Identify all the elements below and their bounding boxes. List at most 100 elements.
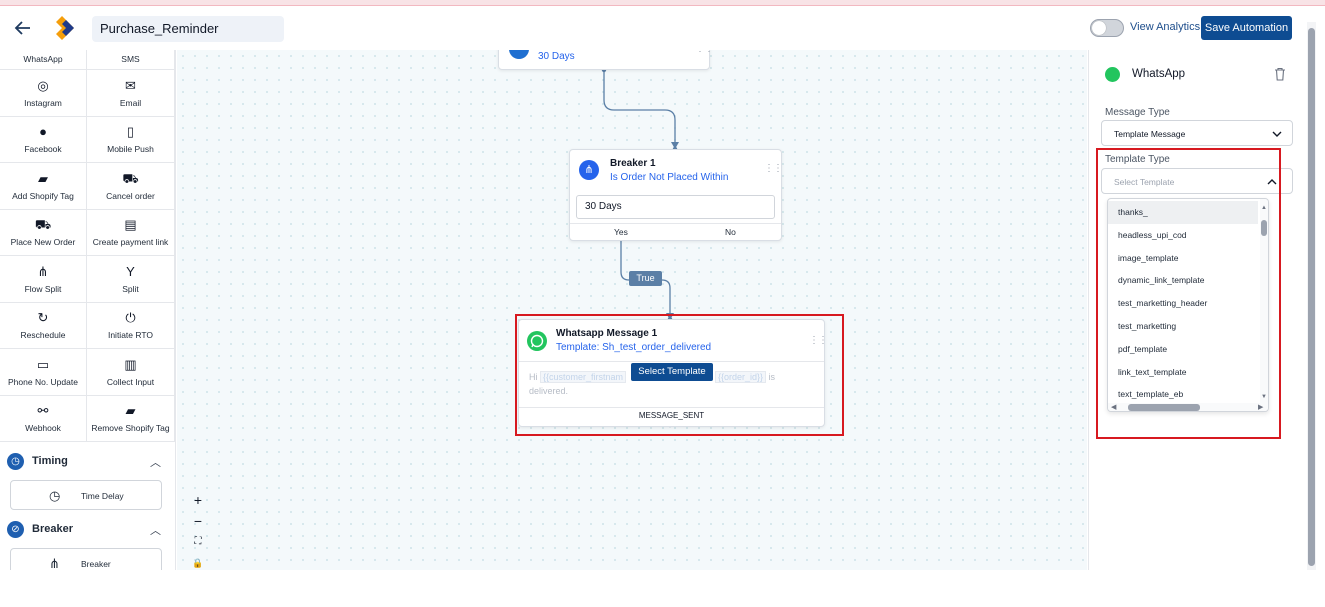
analytics-toggle[interactable] (1090, 19, 1124, 37)
edge-label-true: True (629, 271, 662, 286)
view-analytics-label[interactable]: View Analytics (1130, 21, 1200, 33)
instagram-icon: ◎ (37, 77, 49, 93)
palette-item-label: Add Shopify Tag (12, 190, 74, 201)
zoom-in-button[interactable]: + (187, 489, 209, 511)
top-accent-line (0, 0, 1325, 6)
palette-item-label: Facebook (24, 144, 62, 155)
palette-item-whatsapp[interactable]: WhatsApp (0, 50, 87, 70)
palette-item-label: Email (119, 97, 142, 108)
palette-item-label: Create payment link (92, 237, 169, 248)
timing-icon: ◷ (7, 453, 24, 470)
trash-icon[interactable] (1274, 67, 1286, 86)
app-logo-icon (52, 14, 80, 42)
palette-item-label: Initiate RTO (107, 330, 154, 341)
breaker-node[interactable]: ⋔ Breaker 1 Is Order Not Placed Within ⋮… (569, 149, 783, 241)
palette-item-collect-input[interactable]: ▥ Collect Input (87, 349, 175, 396)
palette-item-label: Time Delay (81, 491, 124, 501)
palette-item-cancel-order[interactable]: ⛟ Cancel order (87, 163, 175, 210)
palette-item-time-delay[interactable]: ◷ Time Delay (10, 480, 162, 510)
palette-item-place-new-order[interactable]: ⛟ Place New Order (0, 209, 87, 256)
yes-branch-label: Yes (614, 227, 628, 237)
fit-view-button[interactable]: ⛶ (187, 531, 209, 553)
power-icon: ⏻ (125, 310, 136, 326)
highlight-box (1096, 148, 1281, 439)
palette-item-initiate-rto[interactable]: ⏻ Initiate RTO (87, 302, 175, 349)
collect-input-icon: ▥ (124, 356, 137, 372)
edge-delay-to-breaker (603, 70, 676, 146)
whatsapp-icon (1105, 67, 1120, 82)
lock-button[interactable]: 🔒 (187, 552, 209, 570)
breaker-node-title: Breaker 1 (610, 158, 656, 169)
breaker-section-label: Breaker (32, 523, 73, 535)
palette-item-label: Split (122, 283, 139, 294)
palette-grid: WhatsApp SMS ◎ Instagram ✉ Email ● Facebook ▯ Mob… (0, 50, 175, 442)
palette-item-label: Breaker (81, 559, 111, 569)
flow-split-icon: ⋔ (37, 263, 49, 279)
palette-item-label: SMS (121, 54, 140, 64)
split-icon: Y (126, 263, 135, 279)
drag-handle-icon[interactable]: ⋮⋮ (695, 50, 714, 54)
palette-item-label: Phone No. Update (8, 376, 78, 387)
email-icon: ✉ (125, 77, 136, 93)
palette-item-label: Reschedule (20, 330, 66, 341)
palette-item-phone-no-update[interactable]: ▭ Phone No. Update (0, 349, 87, 396)
palette-item-reschedule[interactable]: ↻ Reschedule (0, 302, 87, 349)
chevron-up-icon[interactable]: ︿ (150, 454, 161, 470)
palette-item-flow-split[interactable]: ⋔ Flow Split (0, 256, 87, 303)
palette-item-email[interactable]: ✉ Email (87, 70, 175, 117)
save-automation-button[interactable]: Save Automation (1201, 16, 1292, 40)
palette-item-label: Instagram (24, 97, 62, 108)
palette-item-label: Remove Shopify Tag (91, 423, 170, 434)
phone-update-icon: ▭ (36, 356, 50, 372)
automation-name-input[interactable]: Purchase_Reminder (92, 16, 284, 42)
node-palette: WhatsApp SMS ◎ Instagram ✉ Email ● Facebook ▯ Mob… (0, 50, 176, 570)
mobile-push-icon: ▯ (126, 124, 135, 140)
message-type-label: Message Type (1105, 107, 1170, 118)
header: Purchase_Reminder View Analytics Save Au… (0, 7, 1325, 50)
edges-layer (601, 67, 733, 428)
palette-item-breaker[interactable]: ⋔ Breaker (10, 548, 162, 570)
palette-item-create-payment-link[interactable]: ▤ Create payment link (87, 209, 175, 256)
payment-link-icon: ▤ (124, 217, 137, 233)
breaker-section-header[interactable]: ⊘ Breaker ︿ (0, 518, 175, 544)
webhook-icon: ⚯ (37, 403, 49, 419)
palette-item-label: Cancel order (106, 190, 155, 201)
palette-item-label: Flow Split (24, 283, 62, 294)
palette-item-add-shopify-tag[interactable]: ▰ Add Shopify Tag (0, 163, 87, 210)
cart-icon: ⛟ (34, 217, 52, 233)
palette-item-instagram[interactable]: ◎ Instagram (0, 70, 87, 117)
shopify-bag-icon: ▰ (38, 170, 48, 186)
breaker-node-subtitle: Is Order Not Placed Within (610, 172, 729, 183)
facebook-icon: ● (39, 124, 47, 140)
panel-channel-title: WhatsApp (1132, 68, 1186, 80)
breaker-icon: ⊘ (7, 521, 24, 538)
no-branch-label: No (725, 227, 736, 237)
breaker-tree-icon: ⋔ (579, 160, 599, 180)
flow-canvas[interactable]: 30 Days ⋮⋮ ⋔ Breaker 1 Is Order Not Plac… (177, 50, 1087, 570)
chevron-down-icon (1272, 126, 1282, 144)
page-scrollbar[interactable] (1307, 22, 1316, 570)
message-type-select[interactable]: Template Message (1101, 120, 1293, 146)
zoom-out-button[interactable]: − (187, 510, 209, 532)
reschedule-icon: ↻ (37, 310, 49, 326)
breaker-duration-field[interactable]: 30 Days (576, 195, 775, 219)
palette-item-sms[interactable]: SMS (87, 50, 175, 70)
palette-item-mobile-push[interactable]: ▯ Mobile Push (87, 116, 175, 163)
palette-item-label: Mobile Push (107, 144, 154, 155)
message-type-value: Template Message (1114, 129, 1186, 139)
drag-handle-icon[interactable]: ⋮⋮ (764, 163, 783, 174)
palette-item-webhook[interactable]: ⚯ Webhook (0, 395, 87, 442)
time-delay-node[interactable]: 30 Days ⋮⋮ (498, 50, 714, 70)
palette-item-remove-shopify-tag[interactable]: ▰ Remove Shopify Tag (87, 395, 175, 442)
delay-node-subtitle: 30 Days (538, 51, 575, 62)
timing-section-header[interactable]: ◷ Timing ︿ (0, 450, 175, 476)
timing-section-label: Timing (32, 455, 68, 467)
palette-item-split[interactable]: Y Split (87, 256, 175, 303)
clock-icon (509, 50, 529, 59)
clock-icon: ◷ (49, 488, 61, 503)
back-arrow-icon[interactable] (14, 19, 36, 39)
palette-item-label: WhatsApp (23, 54, 63, 64)
chevron-up-icon[interactable]: ︿ (150, 522, 161, 538)
palette-item-label: Collect Input (106, 376, 155, 387)
palette-item-facebook[interactable]: ● Facebook (0, 116, 87, 163)
